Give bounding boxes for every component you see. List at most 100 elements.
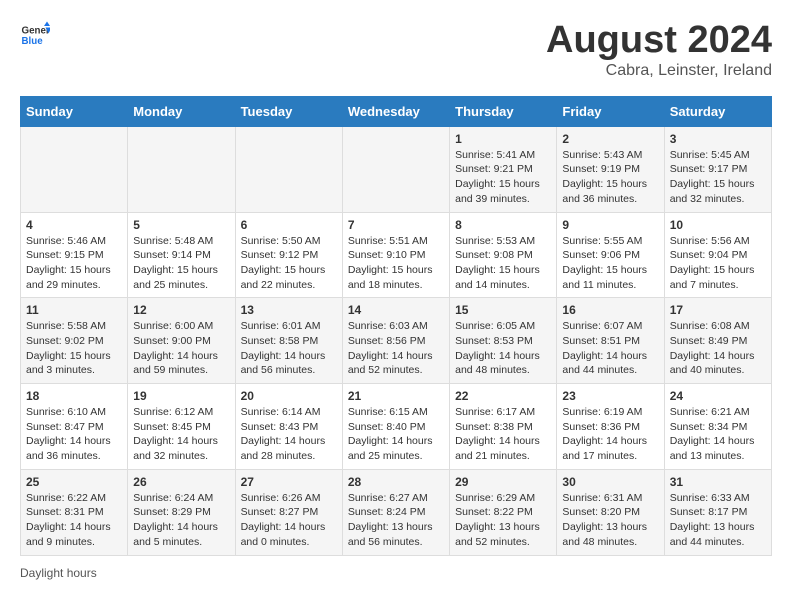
day-info: Sunrise: 6:01 AMSunset: 8:58 PMDaylight:…	[241, 319, 337, 378]
day-number: 14	[348, 303, 444, 317]
day-info: Sunrise: 6:26 AMSunset: 8:27 PMDaylight:…	[241, 491, 337, 550]
calendar-cell: 12Sunrise: 6:00 AMSunset: 9:00 PMDayligh…	[128, 298, 235, 384]
day-info: Sunrise: 5:56 AMSunset: 9:04 PMDaylight:…	[670, 234, 766, 293]
day-number: 2	[562, 132, 658, 146]
day-number: 13	[241, 303, 337, 317]
calendar-cell: 22 Sunrise: 6:17 AMSunset: 8:38 PMDayligh…	[450, 384, 557, 470]
day-info: Sunrise: 5:50 AMSunset: 9:12 PMDaylight:…	[241, 234, 337, 293]
calendar-cell: 1 Sunrise: 5:41 AMSunset: 9:21 PMDaylight…	[450, 126, 557, 212]
day-info: Sunrise: 6:21 AMSunset: 8:34 PMDaylight:…	[670, 405, 766, 464]
subtitle: Cabra, Leinster, Ireland	[546, 62, 772, 80]
calendar-cell: 23Sunrise: 6:19 AMSunset: 8:36 PMDayligh…	[557, 384, 664, 470]
calendar-table: Sunday Monday Tuesday Wednesday Thursday…	[20, 96, 772, 556]
calendar-cell: 17 Sunrise: 6:08 AMSunset: 8:49 PMDayligh…	[664, 298, 771, 384]
day-info: Sunrise: 5:46 AMSunset: 9:15 PMDaylight:…	[26, 234, 122, 293]
calendar-cell: 29Sunrise: 6:29 AMSunset: 8:22 PMDayligh…	[450, 469, 557, 555]
day-info: Sunrise: 6:05 AMSunset: 8:53 PMDaylight:…	[455, 319, 551, 378]
calendar-cell: 10 Sunrise: 5:56 AMSunset: 9:04 PMDayligh…	[664, 212, 771, 298]
day-info: Sunrise: 5:41 AMSunset: 9:21 PMDaylight:…	[455, 148, 551, 207]
day-number: 28	[348, 475, 444, 489]
day-number: 11	[26, 303, 122, 317]
day-info: Sunrise: 6:03 AMSunset: 8:56 PMDaylight:…	[348, 319, 444, 378]
day-info: Sunrise: 6:07 AMSunset: 8:51 PMDaylight:…	[562, 319, 658, 378]
day-info: Sunrise: 6:19 AMSunset: 8:36 PMDaylight:…	[562, 405, 658, 464]
logo: General Blue	[20, 20, 50, 50]
main-title: August 2024	[546, 20, 772, 62]
calendar-cell: 27 Sunrise: 6:26 AMSunset: 8:27 PMDayligh…	[235, 469, 342, 555]
day-number: 19	[133, 389, 229, 403]
calendar-cell: 19 Sunrise: 6:12 AMSunset: 8:45 PMDayligh…	[128, 384, 235, 470]
day-number: 29	[455, 475, 551, 489]
day-info: Sunrise: 6:27 AMSunset: 8:24 PMDaylight:…	[348, 491, 444, 550]
day-number: 8	[455, 218, 551, 232]
day-number: 10	[670, 218, 766, 232]
day-number: 5	[133, 218, 229, 232]
calendar-week-3: 11 Sunrise: 5:58 AMSunset: 9:02 PMDayligh…	[21, 298, 772, 384]
day-number: 30	[562, 475, 658, 489]
day-info: Sunrise: 5:43 AMSunset: 9:19 PMDaylight:…	[562, 148, 658, 207]
calendar-cell: 8 Sunrise: 5:53 AMSunset: 9:08 PMDaylight…	[450, 212, 557, 298]
calendar-cell: 28 Sunrise: 6:27 AMSunset: 8:24 PMDayligh…	[342, 469, 449, 555]
calendar-cell: 21Sunrise: 6:15 AMSunset: 8:40 PMDayligh…	[342, 384, 449, 470]
calendar-week-5: 25 Sunrise: 6:22 AMSunset: 8:31 PMDayligh…	[21, 469, 772, 555]
day-number: 18	[26, 389, 122, 403]
svg-text:General: General	[22, 26, 51, 37]
day-number: 9	[562, 218, 658, 232]
day-info: Sunrise: 5:53 AMSunset: 9:08 PMDaylight:…	[455, 234, 551, 293]
day-number: 7	[348, 218, 444, 232]
calendar-cell: 11 Sunrise: 5:58 AMSunset: 9:02 PMDayligh…	[21, 298, 128, 384]
col-friday: Friday	[557, 96, 664, 126]
calendar-week-4: 18Sunrise: 6:10 AMSunset: 8:47 PMDayligh…	[21, 384, 772, 470]
calendar-body: 1 Sunrise: 5:41 AMSunset: 9:21 PMDaylight…	[21, 126, 772, 555]
calendar-cell: 7 Sunrise: 5:51 AMSunset: 9:10 PMDaylight…	[342, 212, 449, 298]
day-number: 20	[241, 389, 337, 403]
day-number: 24	[670, 389, 766, 403]
day-number: 27	[241, 475, 337, 489]
day-number: 22	[455, 389, 551, 403]
calendar-cell: 18Sunrise: 6:10 AMSunset: 8:47 PMDayligh…	[21, 384, 128, 470]
title-area: August 2024 Cabra, Leinster, Ireland	[546, 20, 772, 80]
day-info: Sunrise: 6:08 AMSunset: 8:49 PMDaylight:…	[670, 319, 766, 378]
calendar-week-1: 1 Sunrise: 5:41 AMSunset: 9:21 PMDaylight…	[21, 126, 772, 212]
day-info: Sunrise: 6:17 AMSunset: 8:38 PMDaylight:…	[455, 405, 551, 464]
calendar-cell: 4Sunrise: 5:46 AMSunset: 9:15 PMDaylight…	[21, 212, 128, 298]
day-info: Sunrise: 6:00 AMSunset: 9:00 PMDaylight:…	[133, 319, 229, 378]
calendar-cell: 2 Sunrise: 5:43 AMSunset: 9:19 PMDaylight…	[557, 126, 664, 212]
calendar-cell: 9Sunrise: 5:55 AMSunset: 9:06 PMDaylight…	[557, 212, 664, 298]
col-wednesday: Wednesday	[342, 96, 449, 126]
calendar-cell: 16Sunrise: 6:07 AMSunset: 8:51 PMDayligh…	[557, 298, 664, 384]
calendar-cell: 13 Sunrise: 6:01 AMSunset: 8:58 PMDayligh…	[235, 298, 342, 384]
day-info: Sunrise: 6:31 AMSunset: 8:20 PMDaylight:…	[562, 491, 658, 550]
calendar-cell: 24 Sunrise: 6:21 AMSunset: 8:34 PMDayligh…	[664, 384, 771, 470]
logo-icon: General Blue	[20, 20, 50, 50]
calendar-cell: 14 Sunrise: 6:03 AMSunset: 8:56 PMDayligh…	[342, 298, 449, 384]
day-info: Sunrise: 6:14 AMSunset: 8:43 PMDaylight:…	[241, 405, 337, 464]
calendar-cell	[128, 126, 235, 212]
header-row: Sunday Monday Tuesday Wednesday Thursday…	[21, 96, 772, 126]
calendar-cell: 30 Sunrise: 6:31 AMSunset: 8:20 PMDayligh…	[557, 469, 664, 555]
calendar-cell: 6 Sunrise: 5:50 AMSunset: 9:12 PMDaylight…	[235, 212, 342, 298]
day-info: Sunrise: 6:33 AMSunset: 8:17 PMDaylight:…	[670, 491, 766, 550]
day-info: Sunrise: 5:45 AMSunset: 9:17 PMDaylight:…	[670, 148, 766, 207]
day-info: Sunrise: 6:12 AMSunset: 8:45 PMDaylight:…	[133, 405, 229, 464]
day-info: Sunrise: 5:58 AMSunset: 9:02 PMDaylight:…	[26, 319, 122, 378]
day-info: Sunrise: 5:48 AMSunset: 9:14 PMDaylight:…	[133, 234, 229, 293]
day-number: 6	[241, 218, 337, 232]
day-number: 25	[26, 475, 122, 489]
calendar-cell: 15Sunrise: 6:05 AMSunset: 8:53 PMDayligh…	[450, 298, 557, 384]
calendar-week-2: 4Sunrise: 5:46 AMSunset: 9:15 PMDaylight…	[21, 212, 772, 298]
day-number: 1	[455, 132, 551, 146]
day-number: 31	[670, 475, 766, 489]
day-info: Sunrise: 5:51 AMSunset: 9:10 PMDaylight:…	[348, 234, 444, 293]
day-info: Sunrise: 6:15 AMSunset: 8:40 PMDaylight:…	[348, 405, 444, 464]
col-monday: Monday	[128, 96, 235, 126]
calendar-cell	[342, 126, 449, 212]
svg-text:Blue: Blue	[22, 36, 44, 47]
calendar-cell	[235, 126, 342, 212]
day-info: Sunrise: 6:24 AMSunset: 8:29 PMDaylight:…	[133, 491, 229, 550]
day-number: 3	[670, 132, 766, 146]
day-info: Sunrise: 6:22 AMSunset: 8:31 PMDaylight:…	[26, 491, 122, 550]
day-number: 17	[670, 303, 766, 317]
calendar-cell: 5 Sunrise: 5:48 AMSunset: 9:14 PMDaylight…	[128, 212, 235, 298]
calendar-cell: 3 Sunrise: 5:45 AMSunset: 9:17 PMDaylight…	[664, 126, 771, 212]
